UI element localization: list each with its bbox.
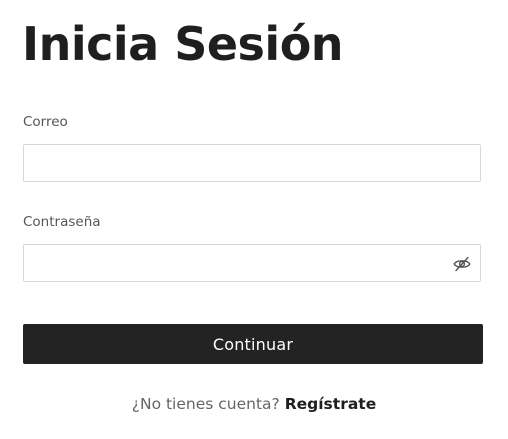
- email-label: Correo: [23, 114, 68, 130]
- signup-question: ¿No tienes cuenta?: [131, 395, 285, 413]
- page-title: Inicia Sesión: [22, 17, 344, 71]
- password-field[interactable]: [23, 244, 481, 282]
- eye-slash-icon[interactable]: [451, 254, 473, 274]
- signup-prompt: ¿No tienes cuenta? Regístrate: [0, 393, 508, 415]
- signup-link[interactable]: Regístrate: [285, 395, 377, 413]
- email-field[interactable]: [23, 144, 481, 182]
- login-page: Inicia Sesión Correo Contraseña Continua…: [0, 0, 508, 439]
- password-label: Contraseña: [23, 214, 101, 230]
- continue-button[interactable]: Continuar: [23, 324, 483, 364]
